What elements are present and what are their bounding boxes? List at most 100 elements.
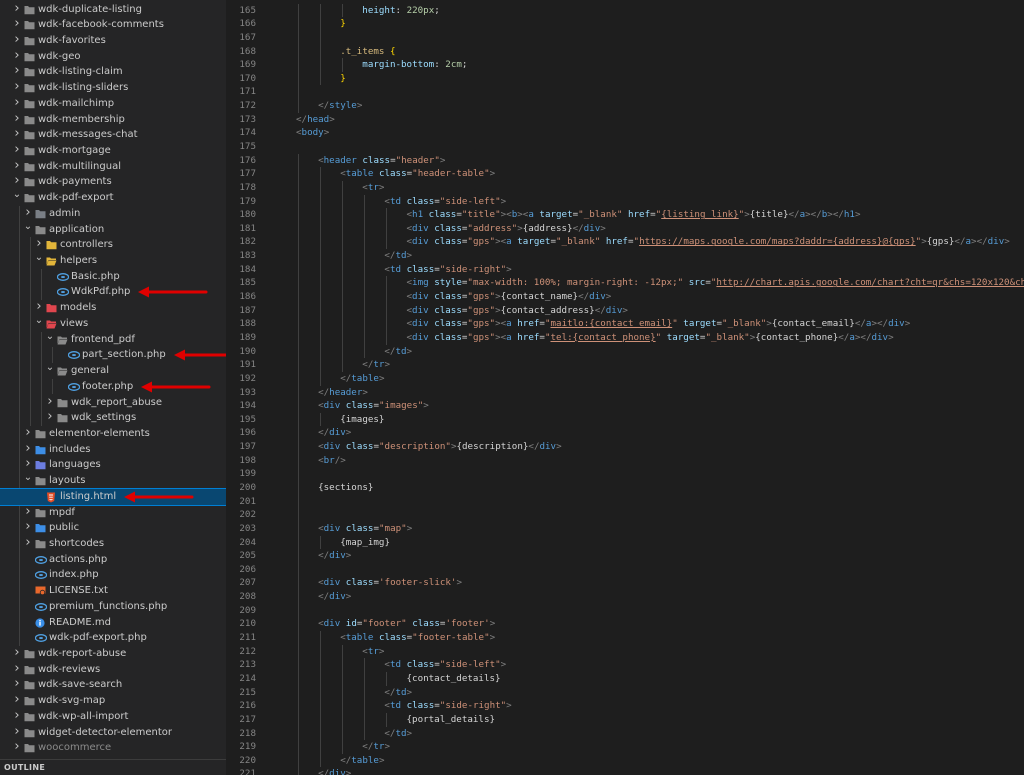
chevron-right-icon[interactable]: ›: [45, 394, 55, 410]
code-line[interactable]: 172 </style>: [226, 99, 1024, 113]
code-line[interactable]: 170}: [226, 72, 1024, 86]
tree-file-actions-php[interactable]: actions.php: [0, 552, 226, 568]
code-line[interactable]: 174 <body>: [226, 126, 1024, 140]
code-line[interactable]: 166}: [226, 17, 1024, 31]
code-line[interactable]: 203 <div class="map">: [226, 522, 1024, 536]
tree-folder-wdk-svg-map[interactable]: › wdk-svg-map: [0, 692, 226, 709]
tree-folder-wdk-membership[interactable]: › wdk-membership: [0, 111, 226, 128]
tree-folder-views[interactable]: ⌄ views: [0, 313, 226, 332]
chevron-right-icon[interactable]: ›: [12, 126, 22, 142]
chevron-down-icon[interactable]: ⌄: [34, 313, 44, 329]
tree-folder-frontend-pdf[interactable]: ⌄ frontend_pdf: [0, 329, 226, 348]
code-line[interactable]: 197 <div class="description">{description…: [226, 440, 1024, 454]
chevron-right-icon[interactable]: ›: [12, 16, 22, 32]
tree-folder-languages[interactable]: › languages: [0, 456, 226, 473]
chevron-right-icon[interactable]: ›: [23, 504, 33, 520]
code-line[interactable]: 176 <header class="header">: [226, 154, 1024, 168]
chevron-right-icon[interactable]: ›: [12, 142, 22, 158]
tree-folder-wdk-geo[interactable]: › wdk-geo: [0, 48, 226, 65]
code-line[interactable]: 217 {portal_details}: [226, 713, 1024, 727]
code-line[interactable]: 192 </table>: [226, 372, 1024, 386]
code-line[interactable]: 184 <td class="side-right">: [226, 263, 1024, 277]
code-line[interactable]: 210 <div id="footer" class='footer'>: [226, 617, 1024, 631]
chevron-right-icon[interactable]: ›: [12, 1, 22, 17]
tree-file-basic-php[interactable]: Basic.php: [0, 269, 226, 285]
code-line[interactable]: 216 <td class="side-right">: [226, 699, 1024, 713]
chevron-right-icon[interactable]: ›: [45, 409, 55, 425]
tree-folder-wdk-wp-all-import[interactable]: › wdk-wp-all-import: [0, 708, 226, 725]
chevron-right-icon[interactable]: ›: [23, 535, 33, 551]
code-line[interactable]: 219 </tr>: [226, 740, 1024, 754]
tree-folder-wdk-save-search[interactable]: › wdk-save-search: [0, 676, 226, 693]
tree-folder-admin[interactable]: › admin: [0, 205, 226, 222]
code-line[interactable]: 188 <div class="gps"><a href="maitlo:{con…: [226, 317, 1024, 331]
code-line[interactable]: 194 <div class="images">: [226, 399, 1024, 413]
chevron-down-icon[interactable]: ⌄: [34, 250, 44, 266]
code-line[interactable]: 206: [226, 563, 1024, 577]
code-line[interactable]: 181 <div class="address">{address}</div>: [226, 222, 1024, 236]
tree-folder-wdk-payments[interactable]: › wdk-payments: [0, 173, 226, 190]
tree-folder-helpers[interactable]: ⌄ helpers: [0, 250, 226, 269]
code-line[interactable]: 190 </td>: [226, 345, 1024, 359]
tree-folder-wdk-mortgage[interactable]: › wdk-mortgage: [0, 142, 226, 159]
chevron-right-icon[interactable]: ›: [23, 519, 33, 535]
code-line[interactable]: 175: [226, 140, 1024, 154]
code-line[interactable]: 220 </table>: [226, 754, 1024, 768]
chevron-right-icon[interactable]: ›: [12, 95, 22, 111]
chevron-down-icon[interactable]: ⌄: [45, 329, 55, 345]
chevron-right-icon[interactable]: ›: [12, 692, 22, 708]
code-line[interactable]: 187 <div class="gps">{contact_address}</d…: [226, 304, 1024, 318]
chevron-down-icon[interactable]: ⌄: [45, 360, 55, 376]
code-line[interactable]: 169 margin-bottom: 2cm;: [226, 58, 1024, 72]
chevron-right-icon[interactable]: ›: [12, 63, 22, 79]
tree-file-license-txt[interactable]: LICENSE.txt: [0, 583, 226, 599]
chevron-right-icon[interactable]: ›: [12, 708, 22, 724]
tree-folder-mpdf[interactable]: › mpdf: [0, 504, 226, 521]
tree-folder-general[interactable]: ⌄ general: [0, 360, 226, 379]
code-line[interactable]: 221 </div>: [226, 767, 1024, 775]
code-line[interactable]: 196 </div>: [226, 426, 1024, 440]
code-line[interactable]: 193 </header>: [226, 386, 1024, 400]
code-line[interactable]: 213 <td class="side-left">: [226, 658, 1024, 672]
code-line[interactable]: 179 <td class="side-left">: [226, 195, 1024, 209]
code-line[interactable]: 218 </td>: [226, 727, 1024, 741]
code-line[interactable]: 191 </tr>: [226, 358, 1024, 372]
chevron-right-icon[interactable]: ›: [12, 645, 22, 661]
code-line[interactable]: 186 <div class="gps">{contact_name}</div>: [226, 290, 1024, 304]
tree-folder-public[interactable]: › public: [0, 519, 226, 536]
chevron-right-icon[interactable]: ›: [12, 676, 22, 692]
code-line[interactable]: 215 </td>: [226, 686, 1024, 700]
code-line[interactable]: 195 {images}: [226, 413, 1024, 427]
tree-folder-application[interactable]: ⌄ application: [0, 219, 226, 238]
code-line[interactable]: 212 <tr>: [226, 645, 1024, 659]
outline-section-header[interactable]: OUTLINE: [0, 759, 226, 775]
code-line[interactable]: 173 </head>: [226, 113, 1024, 127]
tree-folder-wdk-facebook-comments[interactable]: › wdk-facebook-comments: [0, 16, 226, 33]
chevron-down-icon[interactable]: ⌄: [23, 219, 33, 235]
tree-file-premium-functions-php[interactable]: premium_functions.php: [0, 599, 226, 615]
code-line[interactable]: 198 <br/>: [226, 454, 1024, 468]
tree-folder-wdk-duplicate-listing[interactable]: › wdk-duplicate-listing: [0, 1, 226, 18]
code-line[interactable]: 214 {contact_details}: [226, 672, 1024, 686]
tree-folder-shortcodes[interactable]: › shortcodes: [0, 535, 226, 552]
code-line[interactable]: 201: [226, 495, 1024, 509]
code-line[interactable]: 208 </div>: [226, 590, 1024, 604]
chevron-right-icon[interactable]: ›: [12, 158, 22, 174]
tree-folder-wdk-favorites[interactable]: › wdk-favorites: [0, 32, 226, 49]
chevron-right-icon[interactable]: ›: [12, 661, 22, 677]
tree-folder-wdk-listing-claim[interactable]: › wdk-listing-claim: [0, 63, 226, 80]
code-line[interactable]: 207 <div class='footer-slick'>: [226, 576, 1024, 590]
tree-folder-wdk-mailchimp[interactable]: › wdk-mailchimp: [0, 95, 226, 112]
code-line[interactable]: 200 {sections}: [226, 481, 1024, 495]
code-line[interactable]: 199: [226, 467, 1024, 481]
code-line[interactable]: 185 <img style="max-width: 100%; margin-r…: [226, 276, 1024, 290]
code-line[interactable]: 204 {map_img}: [226, 536, 1024, 550]
tree-file-wdk-pdf-export-php[interactable]: wdk-pdf-export.php: [0, 630, 226, 646]
tree-folder-wdk-reviews[interactable]: › wdk-reviews: [0, 661, 226, 678]
code-line[interactable]: 178 <tr>: [226, 181, 1024, 195]
tree-folder-wdk-listing-sliders[interactable]: › wdk-listing-sliders: [0, 79, 226, 96]
tree-folder-wdk-messages-chat[interactable]: › wdk-messages-chat: [0, 126, 226, 143]
code-line[interactable]: 177 <table class="header-table">: [226, 167, 1024, 181]
code-editor[interactable]: 165 height: 220px; 166} 167 168 .t_items {169…: [226, 0, 1024, 775]
tree-folder-wdk-report-abuse[interactable]: › wdk-report-abuse: [0, 645, 226, 662]
